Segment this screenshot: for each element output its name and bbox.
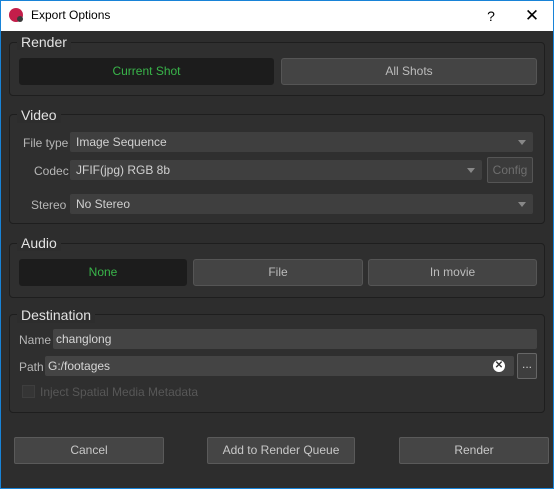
title-bar: Export Options ? ✕ xyxy=(1,1,553,31)
stereo-label: Stereo xyxy=(31,198,67,212)
stereo-select[interactable]: No Stereo xyxy=(70,194,533,214)
path-label: Path xyxy=(19,360,44,374)
render-button[interactable]: Render xyxy=(399,437,549,464)
path-value: G:/footages xyxy=(48,359,111,373)
codec-config-button[interactable]: Config xyxy=(487,157,533,183)
path-input[interactable]: G:/footages ✕ xyxy=(45,356,514,376)
spatial-metadata-checkbox[interactable] xyxy=(22,385,35,398)
audio-group-title: Audio xyxy=(17,235,61,251)
file-type-label: File type xyxy=(23,136,69,150)
audio-in-movie-button[interactable]: In movie xyxy=(368,259,537,286)
destination-group-title: Destination xyxy=(17,307,96,323)
render-group-title: Render xyxy=(17,34,71,50)
name-label: Name xyxy=(19,333,52,347)
chevron-down-icon xyxy=(518,202,526,207)
chevron-down-icon xyxy=(518,140,526,145)
cancel-button[interactable]: Cancel xyxy=(14,437,164,464)
stereo-value: No Stereo xyxy=(76,197,131,211)
file-type-select[interactable]: Image Sequence xyxy=(70,132,533,152)
codec-value: JFIF(jpg) RGB 8b xyxy=(76,163,171,177)
chevron-down-icon xyxy=(467,168,475,173)
video-group-title: Video xyxy=(17,107,61,123)
name-input[interactable]: changlong xyxy=(53,329,537,349)
window-title: Export Options xyxy=(31,8,111,22)
codec-select[interactable]: JFIF(jpg) RGB 8b xyxy=(70,160,482,180)
spatial-metadata-label: Inject Spatial Media Metadata xyxy=(40,385,199,399)
audio-file-button[interactable]: File xyxy=(193,259,363,286)
app-logo-icon xyxy=(9,8,23,22)
export-options-window: Export Options ? ✕ Render Current Shot A… xyxy=(0,0,554,489)
clear-icon[interactable]: ✕ xyxy=(493,360,505,372)
codec-label: Codec xyxy=(34,164,69,178)
add-to-render-queue-button[interactable]: Add to Render Queue xyxy=(207,437,355,464)
help-button[interactable]: ? xyxy=(477,4,505,28)
current-shot-button[interactable]: Current Shot xyxy=(19,58,274,85)
file-type-value: Image Sequence xyxy=(76,135,167,149)
browse-button[interactable]: ... xyxy=(517,353,537,379)
close-button[interactable]: ✕ xyxy=(517,4,547,28)
all-shots-button[interactable]: All Shots xyxy=(281,58,537,85)
audio-none-button[interactable]: None xyxy=(19,259,187,286)
